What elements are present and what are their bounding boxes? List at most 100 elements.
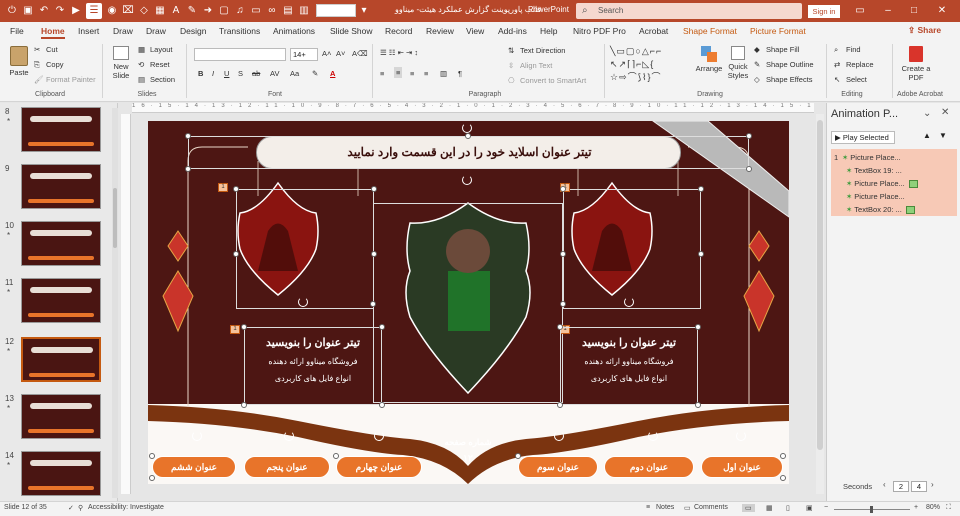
resize-handle[interactable]	[333, 453, 339, 459]
resize-handle[interactable]	[560, 301, 566, 307]
spellcheck-icon[interactable]: ✓	[68, 504, 74, 512]
resize-handle[interactable]	[465, 133, 471, 139]
tab-review[interactable]: Review	[426, 26, 454, 36]
frame-icon[interactable]: ▢	[216, 3, 232, 19]
animation-item[interactable]: 1 ✶ Picture Place...	[831, 151, 957, 164]
grow-font-icon[interactable]: A˄	[322, 49, 331, 58]
thumbnails-scroll-thumb[interactable]	[113, 188, 117, 248]
timing-bar[interactable]	[905, 206, 915, 215]
find-button[interactable]: ⌕ Find	[834, 45, 861, 55]
pane-close-icon[interactable]: ✕	[941, 107, 949, 118]
new-slide-button[interactable]: New Slide	[110, 46, 132, 80]
rotate-handle-icon[interactable]	[284, 431, 294, 441]
text-direction-button[interactable]: ⇅ Text Direction	[508, 46, 565, 56]
resize-handle[interactable]	[185, 166, 191, 172]
video-icon[interactable]: ▭	[248, 3, 264, 19]
ribbon-display-icon[interactable]: ▭	[852, 3, 868, 19]
shapes-gallery[interactable]: ╲▭▢○△⌐⌐ ↖↗⌈⌉⌐◺{☆⇨⌒⟆⌇}⌒	[610, 45, 686, 87]
nav-pill-3[interactable]: عنوان سوم	[518, 456, 598, 478]
shape-outline-button[interactable]: ✎ Shape Outline	[754, 60, 814, 70]
slide-sorter-icon[interactable]: ▦	[766, 504, 773, 512]
format-painter-button[interactable]: 🖌 Format Painter	[34, 75, 96, 85]
rotate-handle-icon[interactable]	[374, 431, 384, 441]
slide-thumbnail[interactable]	[21, 278, 101, 323]
pane-options-chevron-icon[interactable]: ⌄	[923, 108, 931, 119]
animation-item[interactable]: ✶ TextBox 19: ...	[831, 164, 957, 177]
accessibility-status[interactable]: Accessibility: Investigate	[88, 504, 164, 511]
canvas-scroll-thumb[interactable]	[817, 120, 823, 450]
shrink-font-icon[interactable]: A˅	[336, 49, 345, 58]
animation-badge[interactable]: 1	[218, 183, 228, 192]
tab-add-ins[interactable]: Add-ins	[498, 26, 527, 36]
font-size-box[interactable]: 14+	[290, 48, 318, 61]
touch-mode-icon[interactable]: ☰	[86, 3, 102, 19]
pen-icon[interactable]: ✎	[184, 3, 200, 19]
slide-thumbnail[interactable]	[21, 107, 101, 152]
align-text-button[interactable]: ⇳ Align Text	[508, 61, 552, 71]
comments-icon[interactable]: ▭	[684, 504, 691, 512]
underline-icon[interactable]: U	[224, 69, 229, 78]
rotate-handle-icon[interactable]	[648, 431, 658, 441]
tab-insert[interactable]: Insert	[78, 26, 99, 36]
select-button[interactable]: ↖ Select	[834, 75, 867, 85]
start-from-beginning-icon[interactable]: ▶	[68, 3, 84, 19]
convert-smartart-button[interactable]: ⎔ Convert to SmartArt	[508, 76, 586, 86]
fit-slide-icon[interactable]: ⛶	[946, 504, 951, 512]
nav-pill-6[interactable]: عنوان ششم	[152, 456, 236, 478]
shape-fill-button[interactable]: ◆ Shape Fill	[754, 45, 799, 55]
scroll-right-icon[interactable]: ›	[931, 480, 941, 491]
card-right[interactable]: تیتر عنوان را بنویسید فروشگاه میناوو ارا…	[560, 327, 698, 405]
card-left-title[interactable]: تیتر عنوان را بنویسید	[245, 336, 381, 349]
align-right-icon[interactable]: ≡	[410, 69, 414, 78]
slide-thumbnail[interactable]	[21, 451, 101, 496]
grid-icon[interactable]: ▥	[296, 3, 312, 19]
resize-handle[interactable]	[560, 186, 566, 192]
card-right-line2[interactable]: انواع فایل های کاربردی	[561, 374, 697, 383]
slideshow-icon[interactable]: ▣	[806, 504, 813, 512]
reading-view-icon[interactable]: ▯	[786, 504, 790, 512]
rotate-handle-icon[interactable]	[192, 431, 202, 441]
notes-icon[interactable]: ≡	[646, 504, 650, 511]
resize-handle[interactable]	[746, 166, 752, 172]
italic-icon[interactable]: I	[212, 69, 214, 78]
timing-bar[interactable]	[908, 180, 918, 189]
resize-handle[interactable]	[371, 251, 377, 257]
normal-view-icon[interactable]: ▭	[742, 504, 755, 512]
move-down-icon[interactable]: ▼	[939, 131, 947, 140]
resize-handle[interactable]	[780, 475, 786, 481]
slide-thumbnail[interactable]	[21, 337, 101, 382]
slide-12[interactable]: تیتر عنوان اسلاید خود را در این قسمت وار…	[148, 121, 789, 484]
card-right-line1[interactable]: فروشگاه میناوو ارائه دهنده	[561, 357, 697, 366]
quick-styles-button[interactable]: Quick Styles	[726, 46, 750, 80]
paste-button[interactable]: Paste	[8, 46, 30, 77]
canvas-scrollbar[interactable]	[816, 114, 824, 494]
zoom-slider[interactable]	[834, 506, 910, 513]
tab-shape-format[interactable]: Shape Format	[683, 26, 737, 36]
close-icon[interactable]: ✕	[934, 3, 950, 19]
align-center-icon[interactable]: ≡	[394, 67, 403, 78]
nav-pill-4[interactable]: عنوان چهارم	[336, 456, 422, 478]
font-color-icon[interactable]: A	[330, 69, 335, 78]
arrange-button[interactable]: Arrange	[694, 46, 724, 73]
align-left-icon[interactable]: ≡	[380, 69, 384, 78]
zoom-in-icon[interactable]: +	[914, 504, 918, 511]
arrow-icon[interactable]: ➜	[200, 3, 216, 19]
strikethrough-icon[interactable]: ab	[252, 69, 260, 78]
table-icon[interactable]: ▤	[280, 3, 296, 19]
change-case-icon[interactable]: Aa	[290, 69, 299, 78]
resize-handle[interactable]	[560, 251, 566, 257]
resize-handle[interactable]	[379, 324, 385, 330]
resize-handle[interactable]	[379, 402, 385, 408]
resize-handle[interactable]	[557, 324, 563, 330]
bold-icon[interactable]: B	[198, 69, 203, 78]
zoom-slider-thumb[interactable]	[870, 506, 873, 513]
rotate-handle-icon[interactable]	[298, 297, 308, 307]
justify-icon[interactable]: ≡	[424, 69, 428, 78]
tab-help[interactable]: Help	[540, 26, 557, 36]
rotate-handle-icon[interactable]	[624, 297, 634, 307]
picture-icon[interactable]: ▦	[152, 3, 168, 19]
tab-record[interactable]: Record	[385, 26, 412, 36]
card-left-line2[interactable]: انواع فایل های کاربردی	[245, 374, 381, 383]
rotate-handle-icon[interactable]	[462, 175, 472, 185]
rotate-handle-icon[interactable]	[554, 431, 564, 441]
